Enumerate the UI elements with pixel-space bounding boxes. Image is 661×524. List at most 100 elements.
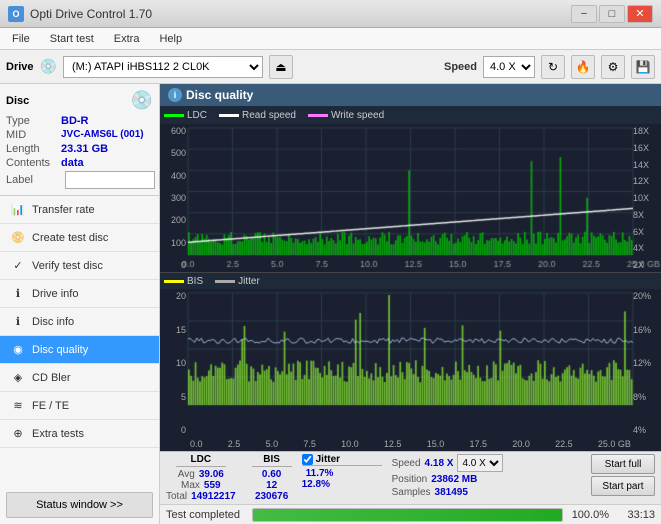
save-icon[interactable]: 💾 <box>631 55 655 79</box>
jitter-max-val: 12.8% <box>302 479 330 490</box>
bis-total-val: 230676 <box>255 491 288 502</box>
y-right-4x: 4X <box>633 243 661 253</box>
settings-icon[interactable]: ⚙ <box>601 55 625 79</box>
status-text: Test completed <box>166 509 246 521</box>
disc-section: Disc 💿 Type BD-R MID JVC-AMS6L (001) Len… <box>0 84 159 196</box>
sidebar-item-drive-info[interactable]: ℹ Drive info <box>0 280 159 308</box>
burn-icon[interactable]: 🔥 <box>571 55 595 79</box>
minimize-button[interactable]: − <box>571 5 597 23</box>
eject-icon[interactable]: ⏏ <box>269 55 293 79</box>
sidebar-item-extra-tests[interactable]: ⊕ Extra tests <box>0 420 159 448</box>
disc-label-input[interactable] <box>65 171 155 189</box>
disc-quality-icon: ◉ <box>10 342 26 358</box>
close-button[interactable]: ✕ <box>627 5 653 23</box>
disc-mid-value: JVC-AMS6L (001) <box>61 129 144 141</box>
disc-label-row: Label ✎ <box>6 171 153 189</box>
start-buttons: Start full Start part <box>591 454 655 496</box>
disc-header: Disc 💿 <box>6 90 153 111</box>
menu-starttest[interactable]: Start test <box>42 31 102 47</box>
position-label: Position <box>392 474 428 485</box>
y-label-400: 400 <box>160 171 186 181</box>
y-right-16pct: 16% <box>633 325 661 335</box>
drive-select[interactable]: (M:) ATAPI iHBS112 2 CL0K <box>63 56 263 78</box>
total-label: Total <box>166 491 187 502</box>
y-label-5: 5 <box>160 392 186 402</box>
status-window-button[interactable]: Status window >> <box>6 492 153 518</box>
disc-length-row: Length 23.31 GB <box>6 143 153 155</box>
legend-ldc-label: LDC <box>187 110 207 121</box>
disc-type-label: Type <box>6 115 61 127</box>
start-part-button[interactable]: Start part <box>591 476 655 496</box>
sidebar: Disc 💿 Type BD-R MID JVC-AMS6L (001) Len… <box>0 84 160 524</box>
jitter-avg-val: 11.7% <box>306 468 334 479</box>
bis-col: BIS 0.60 12 230676 <box>252 454 292 502</box>
stats-area: LDC Avg 39.06 Max 559 Total 14912217 <box>160 451 661 504</box>
disc-contents-row: Contents data <box>6 157 153 169</box>
jitter-col: Jitter 11.7% 12.8% <box>302 454 382 490</box>
drive-label: Drive <box>6 61 34 73</box>
speed-select[interactable]: 4.0 X <box>483 56 535 78</box>
sidebar-item-disc-quality[interactable]: ◉ Disc quality <box>0 336 159 364</box>
sidebar-item-create-test[interactable]: 📀 Create test disc <box>0 224 159 252</box>
verify-icon: ✓ <box>10 258 26 274</box>
ldc-header: LDC <box>176 454 226 467</box>
sidebar-item-disc-info[interactable]: ℹ Disc info <box>0 308 159 336</box>
x-125: 12.5 <box>384 439 402 449</box>
y-label-15: 15 <box>160 325 186 335</box>
transfer-rate-icon: 📊 <box>10 202 26 218</box>
x-200: 20.0 <box>512 439 530 449</box>
y-right-10x: 10X <box>633 193 661 203</box>
progress-time: 33:13 <box>615 509 655 521</box>
x-225: 22.5 <box>555 439 573 449</box>
drive-info-icon: ℹ <box>10 286 26 302</box>
menubar: File Start test Extra Help <box>0 28 661 50</box>
sidebar-item-verify-test[interactable]: ✓ Verify test disc <box>0 252 159 280</box>
extra-tests-icon: ⊕ <box>10 426 26 442</box>
sidebar-item-transfer-rate[interactable]: 📊 Transfer rate <box>0 196 159 224</box>
titlebar-controls: − □ ✕ <box>571 5 653 23</box>
legend-readspeed: Read speed <box>219 110 296 121</box>
speed-val: 4.18 X <box>425 458 454 469</box>
disc-mid-label: MID <box>6 129 61 141</box>
menu-file[interactable]: File <box>4 31 38 47</box>
progress-track <box>252 508 563 522</box>
disc-info-icon: ℹ <box>10 314 26 330</box>
sidebar-item-label-verify: Verify test disc <box>32 260 103 272</box>
sidebar-item-label-fe-te: FE / TE <box>32 400 69 412</box>
jitter-checkbox[interactable] <box>302 454 313 465</box>
y-right-8x: 8X <box>633 210 661 220</box>
sidebar-item-fe-te[interactable]: ≋ FE / TE <box>0 392 159 420</box>
maximize-button[interactable]: □ <box>599 5 625 23</box>
ldc-total-row: Total 14912217 <box>166 491 236 502</box>
bis-avg-val: 0.60 <box>262 469 281 480</box>
x-25: 2.5 <box>228 439 241 449</box>
disc-type-row: Type BD-R <box>6 115 153 127</box>
max-label: Max <box>181 480 200 491</box>
chart-header: i Disc quality <box>160 84 661 106</box>
y-right-20pct: 20% <box>633 291 661 301</box>
speed-label: Speed <box>392 458 421 469</box>
x-150: 15.0 <box>427 439 445 449</box>
menu-help[interactable]: Help <box>151 31 190 47</box>
titlebar: O Opti Drive Control 1.70 − □ ✕ <box>0 0 661 28</box>
chart-legend-bottom: BIS Jitter <box>160 273 661 289</box>
y-right-4pct: 4% <box>633 425 661 435</box>
top-chart: 600 500 400 300 200 100 0 18X 16X 14X 12… <box>160 124 661 273</box>
y-right-12x: 12X <box>633 176 661 186</box>
y-label-500: 500 <box>160 148 186 158</box>
y-right-2x: 2X <box>633 260 661 270</box>
refresh-button[interactable]: ↻ <box>541 55 565 79</box>
y-label-0-bot: 0 <box>160 425 186 435</box>
x-75: 7.5 <box>303 439 316 449</box>
progress-percent: 100.0% <box>569 509 609 521</box>
menu-extra[interactable]: Extra <box>106 31 148 47</box>
samples-label: Samples <box>392 487 431 498</box>
speed-select-stats[interactable]: 4.0 X <box>457 454 503 472</box>
ldc-avg-row: Avg 39.06 <box>178 469 224 480</box>
bis-max-val: 12 <box>266 480 277 491</box>
disc-type-value: BD-R <box>61 115 89 127</box>
legend-ldc: LDC <box>164 110 207 121</box>
start-full-button[interactable]: Start full <box>591 454 655 474</box>
sidebar-item-cd-bler[interactable]: ◈ CD Bler <box>0 364 159 392</box>
position-val: 23862 MB <box>431 474 477 485</box>
